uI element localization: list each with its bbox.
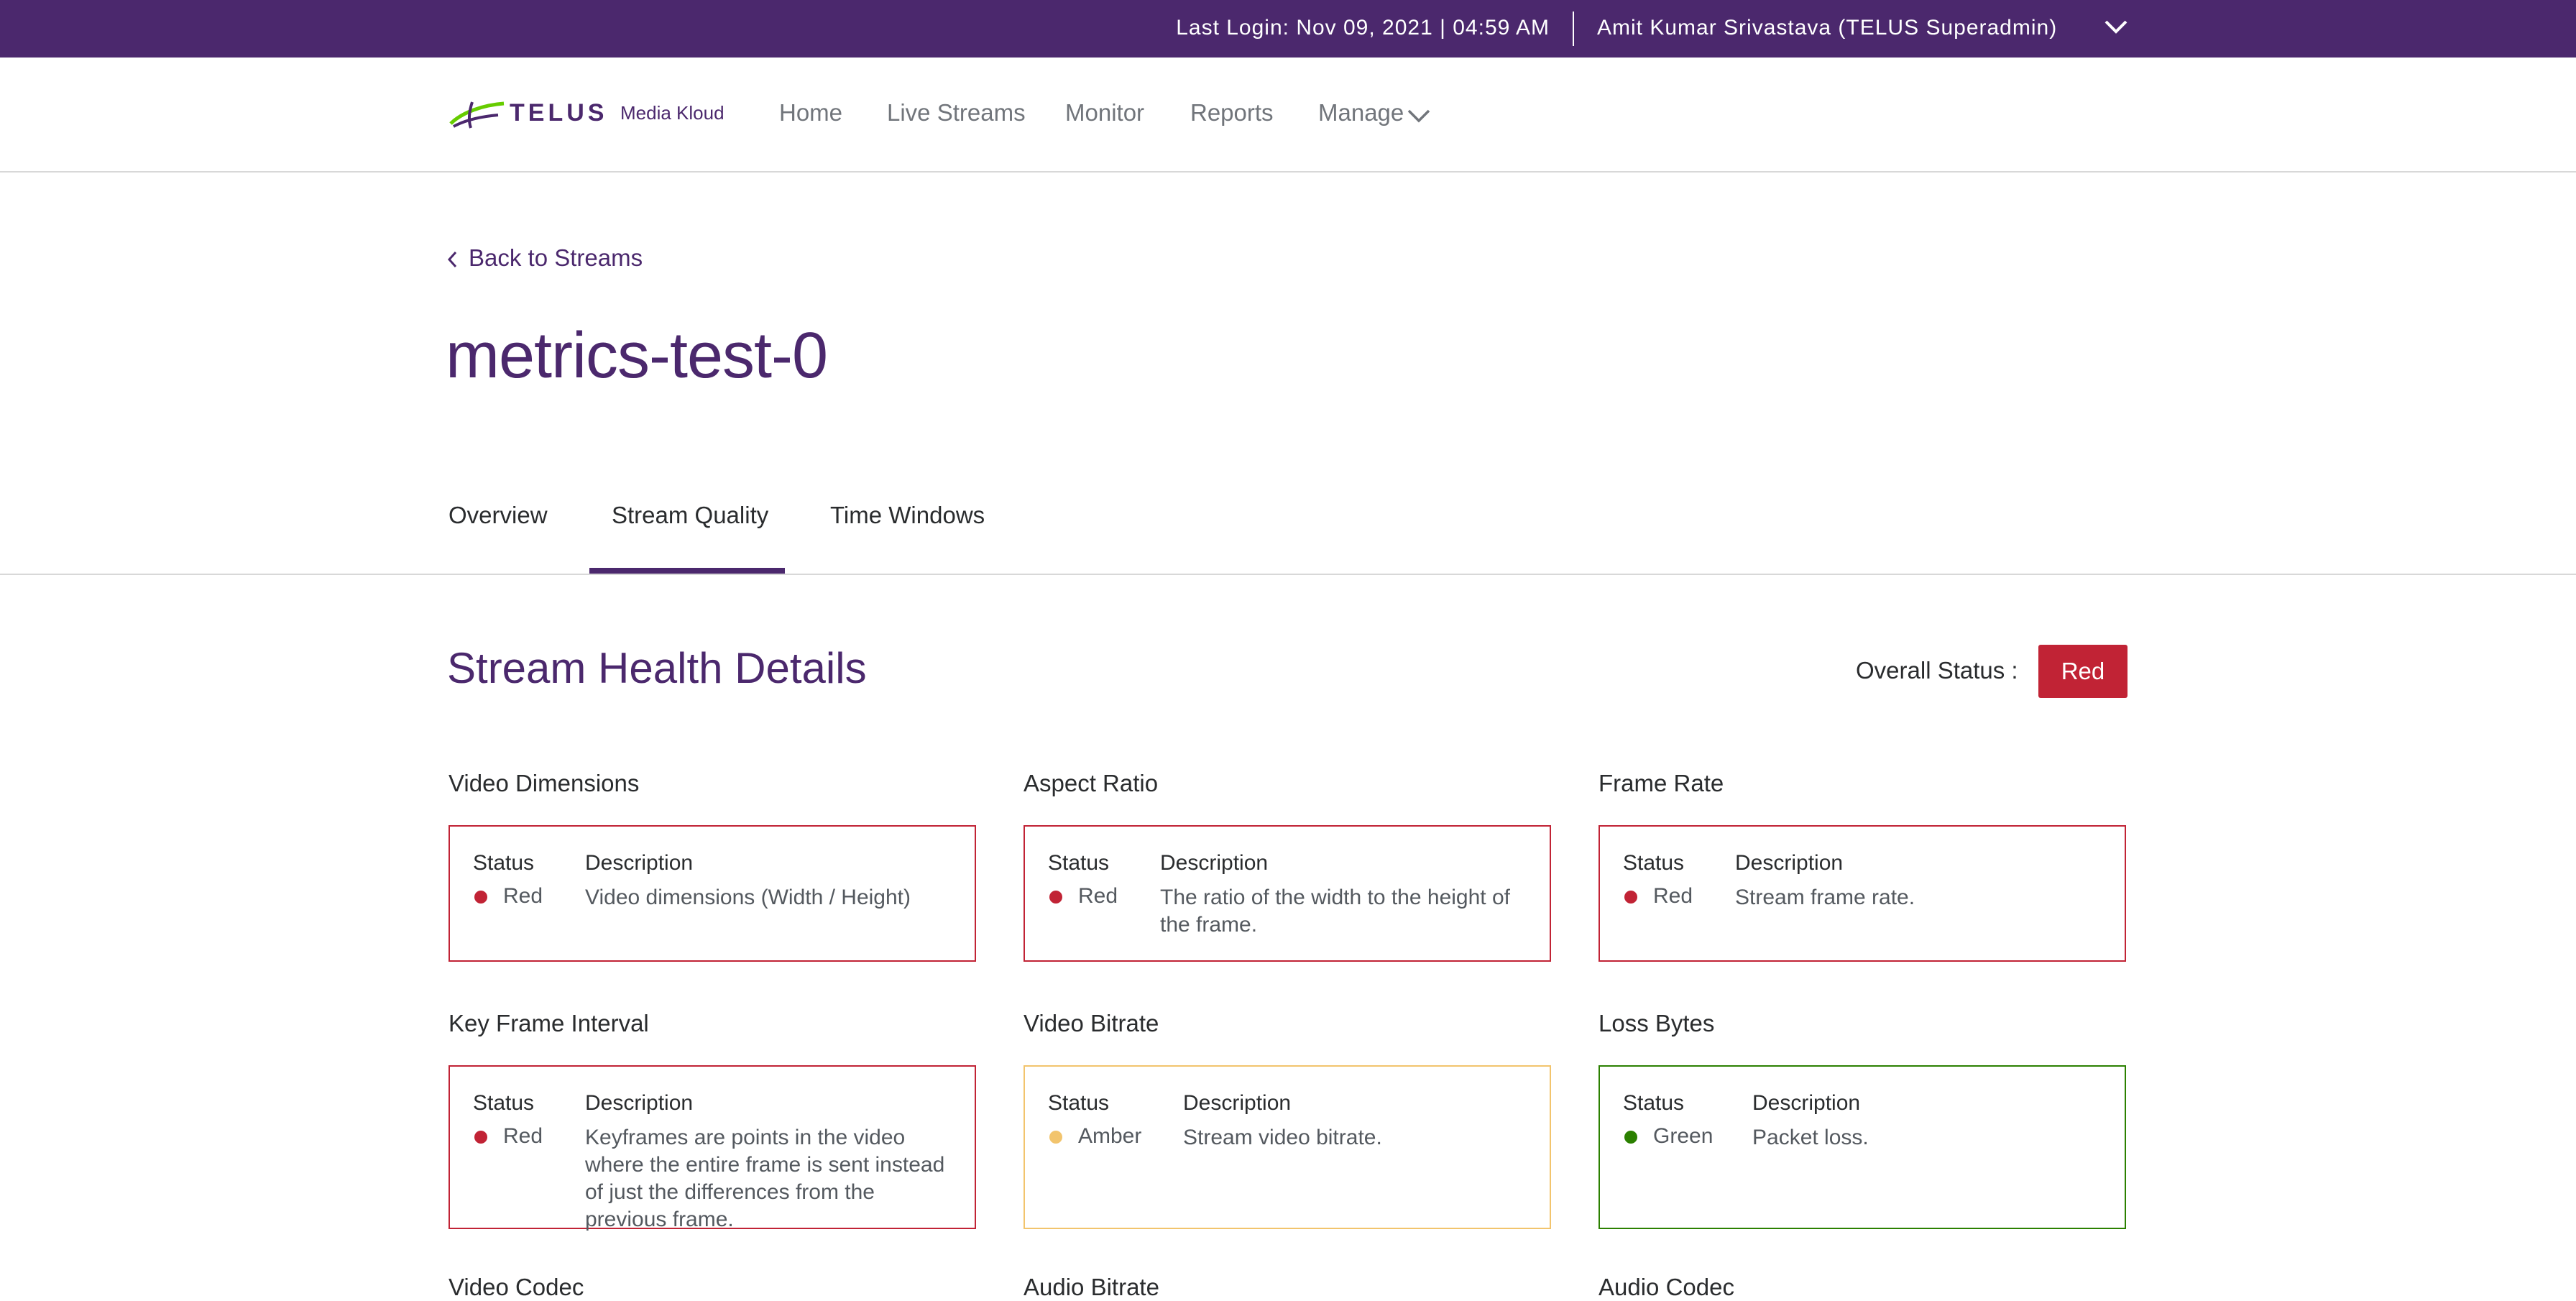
status-header: Status bbox=[473, 851, 535, 875]
description-header: Description bbox=[585, 1091, 694, 1115]
nav-monitor[interactable]: Monitor bbox=[1065, 99, 1144, 127]
page-title: metrics-test-0 bbox=[446, 320, 828, 392]
nav-live-streams[interactable]: Live Streams bbox=[887, 99, 1026, 127]
description-header: Description bbox=[1735, 851, 1844, 875]
status-dot-icon bbox=[474, 1131, 487, 1144]
metric-title: Frame Rate bbox=[1598, 770, 1724, 796]
description-text: Stream video bitrate. bbox=[1183, 1126, 1382, 1149]
metric-title: Video Dimensions bbox=[448, 770, 640, 796]
status-dot-icon bbox=[1049, 1131, 1062, 1144]
metric-title: Video Codec bbox=[448, 1274, 584, 1300]
brand-name: TELUS bbox=[510, 99, 608, 127]
nav-manage[interactable]: Manage bbox=[1318, 99, 1404, 127]
section-title: Stream Health Details bbox=[447, 644, 867, 692]
description-header: Description bbox=[1183, 1091, 1292, 1115]
status-value: Red bbox=[1078, 884, 1118, 908]
tab-time-windows[interactable]: Time Windows bbox=[830, 502, 985, 529]
metric-title: Aspect Ratio bbox=[1024, 770, 1159, 796]
metric-card: Status Description Green Packet loss. bbox=[1598, 1065, 2126, 1229]
user-menu[interactable]: Amit Kumar Srivastava (TELUS Superadmin) bbox=[1597, 0, 2057, 58]
last-login-text: Last Login: Nov 09, 2021 | 04:59 AM bbox=[1176, 16, 1550, 40]
metric-title: Video Bitrate bbox=[1024, 1010, 1159, 1036]
overall-status-badge: Red bbox=[2038, 645, 2128, 698]
status-value: Red bbox=[1653, 884, 1693, 908]
description-text: Packet loss. bbox=[1752, 1126, 1869, 1149]
status-value: Amber bbox=[1078, 1124, 1142, 1148]
description-header: Description bbox=[1160, 851, 1269, 875]
metric-card: Status Description Amber Stream video bi… bbox=[1024, 1065, 1551, 1229]
status-header: Status bbox=[1048, 1091, 1110, 1115]
description-text: Video dimensions (Width / Height) bbox=[585, 886, 911, 909]
status-value: Red bbox=[503, 884, 543, 908]
status-value: Green bbox=[1653, 1124, 1714, 1148]
status-value: Red bbox=[503, 1124, 543, 1148]
metric-title: Loss Bytes bbox=[1598, 1010, 1715, 1036]
status-header: Status bbox=[1048, 851, 1110, 875]
description-header: Description bbox=[1752, 1091, 1861, 1115]
chevron-down-icon[interactable] bbox=[1406, 106, 1432, 127]
status-dot-icon bbox=[1049, 891, 1062, 904]
description-text: Keyframes are points in the video where … bbox=[585, 1126, 945, 1231]
nav-home[interactable]: Home bbox=[779, 99, 842, 127]
metric-title: Audio Codec bbox=[1598, 1274, 1734, 1300]
description-text: The ratio of the width to the height of … bbox=[1160, 886, 1510, 937]
topbar-divider bbox=[1573, 12, 1574, 46]
top-bar: Last Login: Nov 09, 2021 | 04:59 AM Amit… bbox=[0, 0, 2576, 58]
telus-logo[interactable]: TELUS Media Kloud bbox=[448, 95, 728, 132]
metric-title: Key Frame Interval bbox=[448, 1010, 649, 1036]
nav-reports[interactable]: Reports bbox=[1190, 99, 1274, 127]
metric-card: Status Description Red Video dimensions … bbox=[448, 825, 976, 962]
tab-overview[interactable]: Overview bbox=[448, 502, 548, 529]
status-header: Status bbox=[1623, 1091, 1685, 1115]
brand-product: Media Kloud bbox=[620, 102, 724, 124]
status-dot-icon bbox=[474, 891, 487, 904]
chevron-down-icon[interactable] bbox=[2102, 16, 2130, 37]
tab-bar: Overview Stream Quality Time Windows bbox=[0, 474, 2576, 575]
active-tab-indicator bbox=[589, 568, 785, 574]
telus-logo-mark-icon bbox=[449, 101, 505, 129]
back-link-label: Back to Streams bbox=[469, 244, 643, 271]
status-dot-icon bbox=[1624, 1131, 1637, 1144]
status-header: Status bbox=[473, 1091, 535, 1115]
metric-card: Status Description Red Keyframes are poi… bbox=[448, 1065, 976, 1231]
chevron-left-icon bbox=[447, 251, 457, 268]
status-header: Status bbox=[1623, 851, 1685, 875]
metric-title: Audio Bitrate bbox=[1024, 1274, 1159, 1300]
description-text: Stream frame rate. bbox=[1735, 886, 1915, 909]
description-header: Description bbox=[585, 851, 694, 875]
tab-stream-quality[interactable]: Stream Quality bbox=[612, 502, 768, 529]
overall-status-label: Overall Status : bbox=[1856, 657, 2018, 684]
main-nav: TELUS Media Kloud Home Live Streams Moni… bbox=[0, 58, 2576, 173]
metric-card: Status Description Red The ratio of the … bbox=[1024, 825, 1551, 962]
metric-card: Status Description Red Stream frame rate… bbox=[1598, 825, 2126, 962]
status-dot-icon bbox=[1624, 891, 1637, 904]
